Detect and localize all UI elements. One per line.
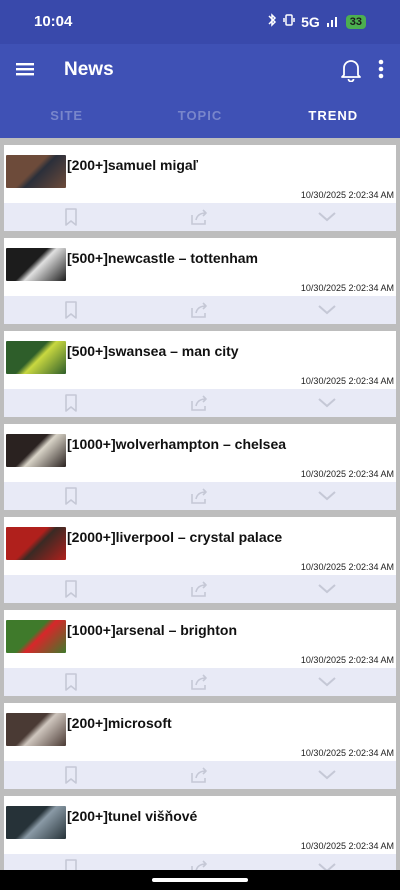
article-time: 10/30/2025 2:02:34 AM — [300, 655, 394, 665]
bluetooth-icon — [267, 13, 277, 30]
article-actions — [4, 482, 396, 510]
article-thumbnail — [6, 527, 66, 560]
article-actions — [4, 203, 396, 231]
status-time: 10:04 — [34, 13, 73, 30]
article-card[interactable]: [2000+]liverpool – crystal palace 10/30/… — [4, 517, 396, 603]
article-thumbnail — [6, 341, 66, 374]
article-time: 10/30/2025 2:02:34 AM — [300, 748, 394, 758]
share-icon[interactable] — [188, 764, 210, 786]
vibrate-icon — [283, 13, 295, 30]
article-time: 10/30/2025 2:02:34 AM — [300, 841, 394, 851]
article-card[interactable]: [500+]swansea – man city 10/30/2025 2:02… — [4, 331, 396, 417]
network-type: 5G — [301, 13, 320, 30]
article-title[interactable]: [200+]samuel migaľ — [67, 157, 387, 173]
article-thumbnail — [6, 620, 66, 653]
tab-bar: SITE TOPIC TREND — [0, 96, 400, 138]
article-thumbnail — [6, 713, 66, 746]
bookmark-icon[interactable] — [60, 578, 82, 600]
article-card[interactable]: [200+]microsoft 10/30/2025 2:02:34 AM — [4, 703, 396, 789]
article-thumbnail — [6, 434, 66, 467]
tab-site[interactable]: SITE — [0, 96, 133, 138]
app-bar: News — [0, 44, 400, 96]
article-card[interactable]: [200+]tunel višňové 10/30/2025 2:02:34 A… — [4, 796, 396, 870]
bookmark-icon[interactable] — [60, 299, 82, 321]
app-title: News — [64, 59, 114, 80]
share-icon[interactable] — [188, 485, 210, 507]
chevron-down-icon[interactable] — [316, 671, 338, 693]
bookmark-icon[interactable] — [60, 764, 82, 786]
chevron-down-icon[interactable] — [316, 578, 338, 600]
signal-icon — [326, 14, 340, 30]
chevron-down-icon[interactable] — [316, 206, 338, 228]
chevron-down-icon[interactable] — [316, 764, 338, 786]
article-thumbnail — [6, 155, 66, 188]
share-icon[interactable] — [188, 392, 210, 414]
bookmark-icon[interactable] — [60, 206, 82, 228]
article-actions — [4, 296, 396, 324]
article-time: 10/30/2025 2:02:34 AM — [300, 562, 394, 572]
article-time: 10/30/2025 2:02:34 AM — [300, 283, 394, 293]
chevron-down-icon[interactable] — [316, 299, 338, 321]
share-icon[interactable] — [188, 299, 210, 321]
article-time: 10/30/2025 2:02:34 AM — [300, 376, 394, 386]
article-title[interactable]: [200+]tunel višňové — [67, 808, 387, 824]
share-icon[interactable] — [188, 578, 210, 600]
tab-topic[interactable]: TOPIC — [133, 96, 266, 138]
article-card[interactable]: [1000+]wolverhampton – chelsea 10/30/202… — [4, 424, 396, 510]
chevron-down-icon[interactable] — [316, 392, 338, 414]
bookmark-icon[interactable] — [60, 392, 82, 414]
bookmark-icon[interactable] — [60, 485, 82, 507]
share-icon[interactable] — [188, 671, 210, 693]
article-actions — [4, 575, 396, 603]
battery-level: 33 — [345, 14, 366, 29]
hamburger-menu-icon[interactable] — [14, 58, 36, 80]
status-indicators: 5G 33 — [267, 13, 366, 30]
article-actions — [4, 761, 396, 789]
status-bar: 10:04 5G 33 — [0, 0, 400, 44]
article-title[interactable]: [1000+]wolverhampton – chelsea — [67, 436, 387, 452]
system-nav-bar — [0, 870, 400, 890]
gesture-handle[interactable] — [152, 878, 248, 882]
article-actions — [4, 668, 396, 696]
share-icon[interactable] — [188, 857, 210, 870]
article-thumbnail — [6, 806, 66, 839]
tab-trend[interactable]: TREND — [267, 96, 400, 138]
bookmark-icon[interactable] — [60, 857, 82, 870]
chevron-down-icon[interactable] — [316, 485, 338, 507]
article-list: [200+]samuel migaľ 10/30/2025 2:02:34 AM… — [0, 138, 400, 870]
share-icon[interactable] — [188, 206, 210, 228]
article-title[interactable]: [1000+]arsenal – brighton — [67, 622, 387, 638]
article-title[interactable]: [2000+]liverpool – crystal palace — [67, 529, 387, 545]
article-actions — [4, 854, 396, 870]
article-thumbnail — [6, 248, 66, 281]
article-card[interactable]: [1000+]arsenal – brighton 10/30/2025 2:0… — [4, 610, 396, 696]
article-title[interactable]: [200+]microsoft — [67, 715, 387, 731]
article-title[interactable]: [500+]swansea – man city — [67, 343, 387, 359]
article-actions — [4, 389, 396, 417]
bookmark-icon[interactable] — [60, 671, 82, 693]
more-vertical-icon[interactable] — [368, 56, 394, 82]
article-time: 10/30/2025 2:02:34 AM — [300, 190, 394, 200]
bell-icon[interactable] — [338, 56, 364, 83]
article-card[interactable]: [500+]newcastle – tottenham 10/30/2025 2… — [4, 238, 396, 324]
article-title[interactable]: [500+]newcastle – tottenham — [67, 250, 387, 266]
chevron-down-icon[interactable] — [316, 857, 338, 870]
article-card[interactable]: [200+]samuel migaľ 10/30/2025 2:02:34 AM — [4, 145, 396, 231]
article-time: 10/30/2025 2:02:34 AM — [300, 469, 394, 479]
